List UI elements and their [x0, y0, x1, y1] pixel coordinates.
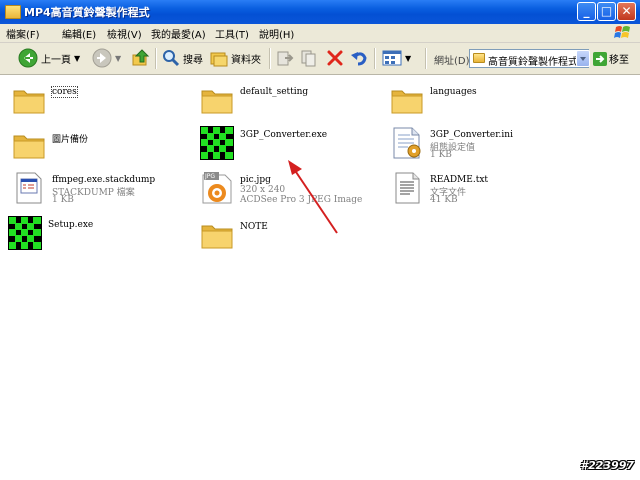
- file-name: 3GP_Converter.ini: [430, 130, 513, 140]
- up-folder-icon: [132, 49, 150, 66]
- close-button[interactable]: ✕: [617, 2, 636, 21]
- file-name: cores: [51, 86, 78, 98]
- views-icon: [382, 50, 402, 66]
- windows-logo-icon: [614, 26, 630, 38]
- search-label: 搜尋: [183, 54, 203, 66]
- back-arrow-icon: [18, 48, 38, 68]
- undo-button[interactable]: [350, 47, 368, 69]
- file-list: cores default_setting languages 圖片備份 3GP…: [0, 75, 640, 480]
- file-badge: JPG: [205, 173, 216, 180]
- address-label: 網址(D): [434, 56, 470, 67]
- menu-view[interactable]: 檢視(V): [107, 26, 142, 41]
- menu-bar: 檔案(F) 編輯(E) 檢視(V) 我的最愛(A) 工具(T) 說明(H): [0, 24, 640, 43]
- file-size: 1 KB: [430, 150, 452, 160]
- text-file-icon: [395, 172, 420, 204]
- chevron-down-icon: ▼: [405, 53, 412, 63]
- folder-icon: [13, 90, 45, 114]
- move-to-button[interactable]: [276, 47, 294, 69]
- file-item-image-backup[interactable]: 圖片備份: [12, 128, 192, 168]
- forward-arrow-icon: [92, 48, 112, 68]
- folder-icon: [5, 5, 21, 19]
- file-size: 41 KB: [430, 195, 458, 205]
- go-arrow-icon: [593, 51, 607, 66]
- file-size: 1 KB: [52, 195, 74, 205]
- file-item-ffmpeg-stackdump[interactable]: ffmpeg.exe.stackdump STACKDUMP 檔案 1 KB: [12, 171, 192, 211]
- menu-tools[interactable]: 工具(T): [215, 26, 249, 41]
- menu-file[interactable]: 檔案(F): [6, 26, 40, 41]
- up-folder-button[interactable]: [132, 47, 150, 69]
- file-name: Setup.exe: [48, 220, 94, 230]
- search-button[interactable]: 搜尋: [162, 47, 203, 69]
- go-label: 移至: [609, 55, 629, 66]
- file-name: pic.jpg: [240, 175, 271, 185]
- exe-program-icon: [8, 216, 42, 250]
- search-icon: [163, 50, 180, 67]
- go-button[interactable]: 移至: [593, 51, 629, 66]
- file-name: 3GP_Converter.exe: [240, 130, 328, 140]
- delete-icon: [327, 50, 343, 66]
- back-button[interactable]: 上一頁 ▼: [18, 47, 80, 69]
- folder-icon: [391, 90, 423, 114]
- folders-label: 資料夾: [231, 54, 261, 66]
- menu-favorites[interactable]: 我的最愛(A): [151, 26, 206, 41]
- file-name: 圖片備份: [52, 135, 89, 145]
- watermark: #223997: [580, 459, 634, 472]
- folder-icon: [473, 53, 485, 63]
- file-item-cores[interactable]: cores: [12, 83, 192, 123]
- file-item-languages[interactable]: languages: [390, 83, 570, 123]
- maximize-button[interactable]: □: [597, 2, 616, 21]
- menu-edit[interactable]: 編輯(E): [62, 26, 96, 41]
- copy-to-button[interactable]: [300, 47, 318, 69]
- folder-icon: [13, 135, 45, 159]
- folders-icon: [210, 52, 228, 67]
- file-item-readme-txt[interactable]: README.txt 文字文件 41 KB: [390, 171, 570, 211]
- chevron-down-icon: ▼: [115, 53, 122, 63]
- file-item-setup-exe[interactable]: Setup.exe: [8, 216, 188, 256]
- exe-program-icon: [200, 126, 234, 160]
- image-dimensions: 320 x 240: [240, 185, 286, 195]
- address-field[interactable]: 高音質鈴聲製作程式: [469, 49, 589, 68]
- minimize-button[interactable]: _: [577, 2, 596, 21]
- toolbar: 上一頁 ▼ ▼ 搜尋 資料夾 ▼ 網址(D) 高音質鈴聲製作程式 移至: [0, 43, 640, 75]
- chevron-down-icon: ▼: [74, 53, 81, 63]
- file-name: default_setting: [240, 87, 309, 97]
- menu-help[interactable]: 說明(H): [259, 26, 294, 41]
- generic-file-icon: [16, 172, 42, 204]
- folders-button[interactable]: 資料夾: [210, 47, 261, 69]
- config-file-icon: [393, 127, 421, 159]
- address-value: 高音質鈴聲製作程式: [488, 57, 578, 68]
- file-name: languages: [430, 87, 477, 97]
- address-dropdown-button[interactable]: [576, 50, 590, 67]
- folder-icon: [201, 90, 233, 114]
- forward-button[interactable]: ▼: [92, 47, 121, 69]
- views-button[interactable]: ▼: [382, 47, 411, 69]
- title-bar[interactable]: MP4高音質鈴聲製作程式 _ □ ✕: [0, 0, 640, 24]
- file-name: ffmpeg.exe.stackdump: [52, 175, 156, 185]
- window-title: MP4高音質鈴聲製作程式: [24, 6, 150, 19]
- move-to-icon: [277, 51, 294, 66]
- delete-button[interactable]: [326, 47, 344, 69]
- file-item-3gp-converter-ini[interactable]: 3GP_Converter.ini 組態設定值 1 KB: [390, 126, 570, 166]
- back-label: 上一頁: [41, 54, 71, 66]
- copy-to-icon: [301, 50, 316, 67]
- file-name: README.txt: [430, 175, 489, 185]
- red-arrow-annotation-icon: [288, 160, 338, 234]
- undo-icon: [351, 52, 367, 66]
- file-name: NOTE: [240, 222, 268, 232]
- file-item-default-setting[interactable]: default_setting: [200, 83, 380, 123]
- folder-icon: [201, 225, 233, 249]
